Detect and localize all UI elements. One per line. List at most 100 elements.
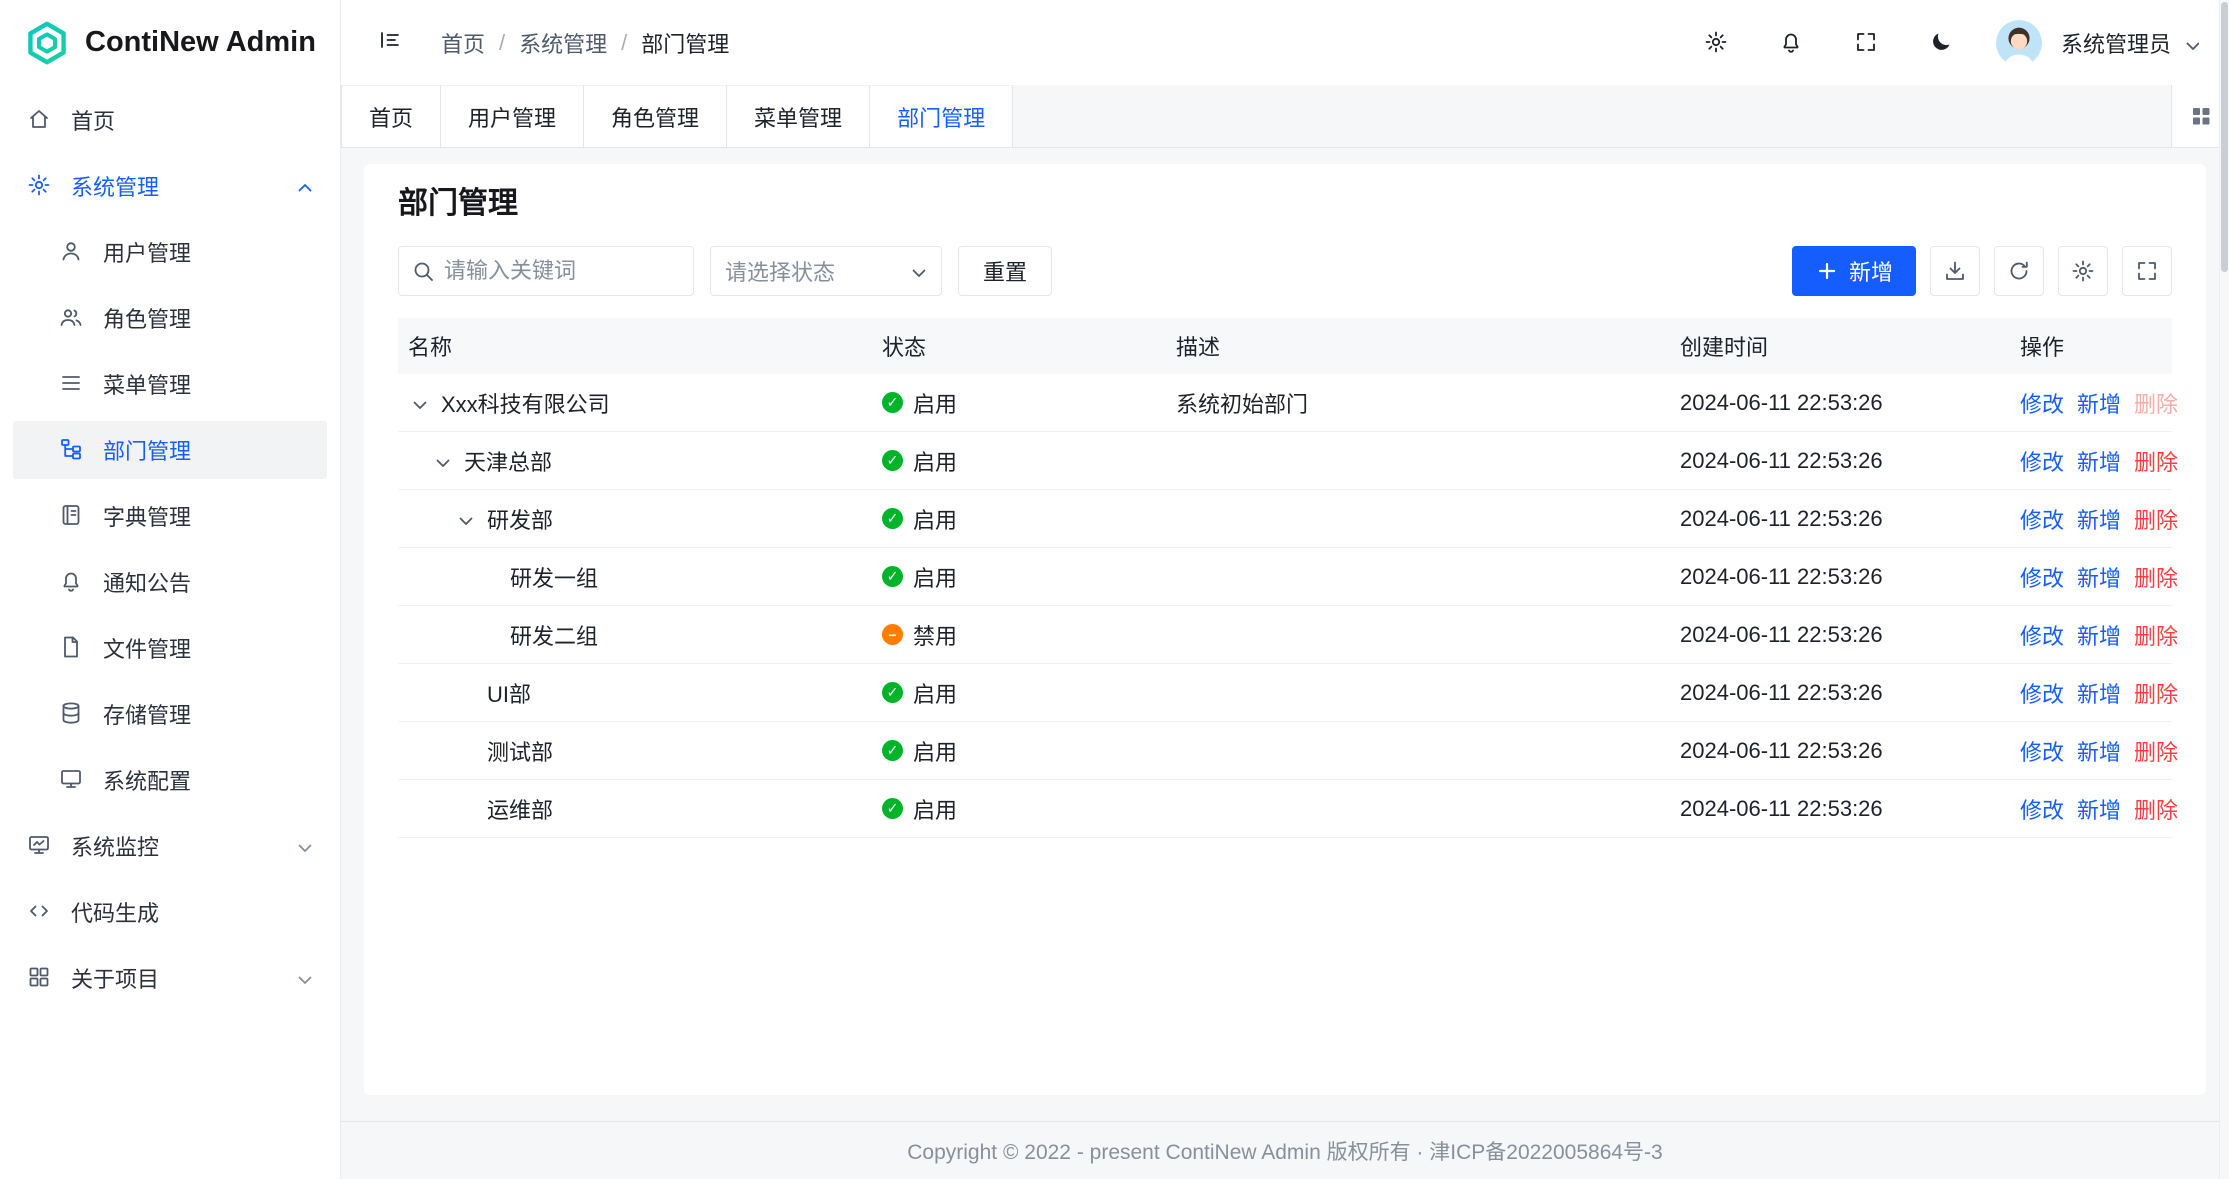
fullscreen-icon <box>1854 30 1880 56</box>
dark-mode-button[interactable] <box>1921 22 1963 64</box>
status-icon: ✓ <box>882 566 903 587</box>
created-time-cell: 2024-06-11 22:53:26 <box>1670 506 2010 532</box>
export-button[interactable] <box>1930 246 1980 296</box>
delete-link[interactable]: 删除 <box>2134 619 2178 651</box>
tab-menus[interactable]: 菜单管理 <box>727 85 870 147</box>
add-button[interactable]: 新增 <box>1792 246 1916 296</box>
scrollbar-thumb[interactable] <box>2221 2 2228 272</box>
sidebar-item-label: 字典管理 <box>103 500 191 532</box>
modify-link[interactable]: 修改 <box>2020 619 2064 651</box>
logo-row[interactable]: ContiNew Admin <box>0 0 340 85</box>
actions-cell: 修改 新增 删除 <box>2010 561 2172 593</box>
add-link[interactable]: 新增 <box>2077 735 2121 767</box>
table-body: Xxx科技有限公司 ✓ 启用 系统初始部门 2024-06-11 22:53:2… <box>398 374 2172 838</box>
modify-link[interactable]: 修改 <box>2020 445 2064 477</box>
search-icon <box>411 259 435 283</box>
expand-caret-icon[interactable] <box>431 451 451 471</box>
department-name-cell: 研发一组 <box>398 561 872 593</box>
sidebar-item-dictionary[interactable]: 字典管理 <box>13 487 327 545</box>
chevron-up-icon <box>293 176 313 196</box>
status-icon: ✓ <box>882 798 903 819</box>
sidebar-item-about[interactable]: 关于项目 <box>13 949 327 1007</box>
reset-button[interactable]: 重置 <box>958 246 1052 296</box>
sidebar-item-notices[interactable]: 通知公告 <box>13 553 327 611</box>
sidebar-item-menus[interactable]: 菜单管理 <box>13 355 327 413</box>
actions-cell: 修改 新增 删除 <box>2010 677 2172 709</box>
sidebar-item-files[interactable]: 文件管理 <box>13 619 327 677</box>
add-link[interactable]: 新增 <box>2077 445 2121 477</box>
avatar[interactable] <box>1996 20 2042 66</box>
created-time-cell: 2024-06-11 22:53:26 <box>1670 564 2010 590</box>
copyright-text: Copyright © 2022 - present ContiNew Admi… <box>907 1136 1662 1166</box>
breadcrumb-system[interactable]: 系统管理 <box>519 27 607 59</box>
modify-link[interactable]: 修改 <box>2020 387 2064 419</box>
tab-departments[interactable]: 部门管理 <box>870 85 1013 147</box>
actions-cell: 修改 新增 删除 <box>2010 387 2172 419</box>
status-cell: ✓ 启用 <box>872 445 1166 477</box>
download-icon <box>1943 259 1967 283</box>
add-link[interactable]: 新增 <box>2077 503 2121 535</box>
sidebar-item-home[interactable]: 首页 <box>13 91 327 149</box>
tab-users[interactable]: 用户管理 <box>441 85 584 147</box>
actions-cell: 修改 新增 删除 <box>2010 445 2172 477</box>
add-link[interactable]: 新增 <box>2077 387 2121 419</box>
delete-link[interactable]: 删除 <box>2134 445 2178 477</box>
delete-link[interactable]: 删除 <box>2134 561 2178 593</box>
breadcrumb-current: 部门管理 <box>641 27 729 59</box>
scrollbar[interactable] <box>2219 0 2229 1179</box>
settings-button[interactable] <box>1696 22 1738 64</box>
monitor-icon <box>59 767 85 793</box>
status-select[interactable]: 请选择状态 <box>710 246 942 296</box>
add-button-label: 新增 <box>1849 255 1893 287</box>
delete-link[interactable]: 删除 <box>2134 677 2178 709</box>
sidebar-item-monitoring[interactable]: 系统监控 <box>13 817 327 875</box>
breadcrumb-separator: / <box>499 30 505 56</box>
expand-caret-icon[interactable] <box>454 509 474 529</box>
search-input[interactable] <box>444 258 681 284</box>
sidebar-collapse-button[interactable] <box>371 21 415 65</box>
tab-roles[interactable]: 角色管理 <box>584 85 727 147</box>
delete-link[interactable]: 删除 <box>2134 503 2178 535</box>
sidebar-item-label: 用户管理 <box>103 236 191 268</box>
topbar-actions: 系统管理员 <box>1696 20 2199 66</box>
sidebar-item-storage[interactable]: 存储管理 <box>13 685 327 743</box>
sidebar-item-system[interactable]: 系统管理 <box>13 157 327 215</box>
delete-link[interactable]: 删除 <box>2134 387 2178 419</box>
notifications-button[interactable] <box>1771 22 1813 64</box>
created-time-cell: 2024-06-11 22:53:26 <box>1670 796 2010 822</box>
sidebar-item-roles[interactable]: 角色管理 <box>13 289 327 347</box>
refresh-button[interactable] <box>1994 246 2044 296</box>
delete-link[interactable]: 删除 <box>2134 735 2178 767</box>
dashboard-icon <box>27 833 53 859</box>
sidebar-item-codegen[interactable]: 代码生成 <box>13 883 327 941</box>
tab-strip: 首页 用户管理 角色管理 菜单管理 部门管理 <box>341 85 2229 148</box>
user-menu[interactable]: 系统管理员 <box>2061 27 2199 59</box>
modify-link[interactable]: 修改 <box>2020 735 2064 767</box>
table-fullscreen-button[interactable] <box>2122 246 2172 296</box>
modify-link[interactable]: 修改 <box>2020 677 2064 709</box>
column-settings-button[interactable] <box>2058 246 2108 296</box>
modify-link[interactable]: 修改 <box>2020 793 2064 825</box>
content-area: 部门管理 请选择状态 重置 新增 <box>341 148 2229 1121</box>
search-box[interactable] <box>398 246 694 296</box>
status-badge: 启用 <box>913 445 957 477</box>
add-link[interactable]: 新增 <box>2077 619 2121 651</box>
fullscreen-button[interactable] <box>1846 22 1888 64</box>
sidebar-item-system-config[interactable]: 系统配置 <box>13 751 327 809</box>
modify-link[interactable]: 修改 <box>2020 503 2064 535</box>
sidebar-menu: 首页 系统管理 用户管理 角色管理 菜单管理 部门管理 字典管理 <box>0 85 340 1179</box>
book-icon <box>59 503 85 529</box>
sidebar-item-departments[interactable]: 部门管理 <box>13 421 327 479</box>
sidebar-item-users[interactable]: 用户管理 <box>13 223 327 281</box>
breadcrumb-home[interactable]: 首页 <box>441 27 485 59</box>
modify-link[interactable]: 修改 <box>2020 561 2064 593</box>
app-title: ContiNew Admin <box>85 26 316 59</box>
add-link[interactable]: 新增 <box>2077 793 2121 825</box>
delete-link[interactable]: 删除 <box>2134 793 2178 825</box>
add-link[interactable]: 新增 <box>2077 677 2121 709</box>
add-link[interactable]: 新增 <box>2077 561 2121 593</box>
tabs: 首页 用户管理 角色管理 菜单管理 部门管理 <box>341 85 1013 147</box>
expand-caret-icon[interactable] <box>408 393 428 413</box>
tab-home[interactable]: 首页 <box>342 85 441 147</box>
department-card: 部门管理 请选择状态 重置 新增 <box>364 164 2206 1095</box>
